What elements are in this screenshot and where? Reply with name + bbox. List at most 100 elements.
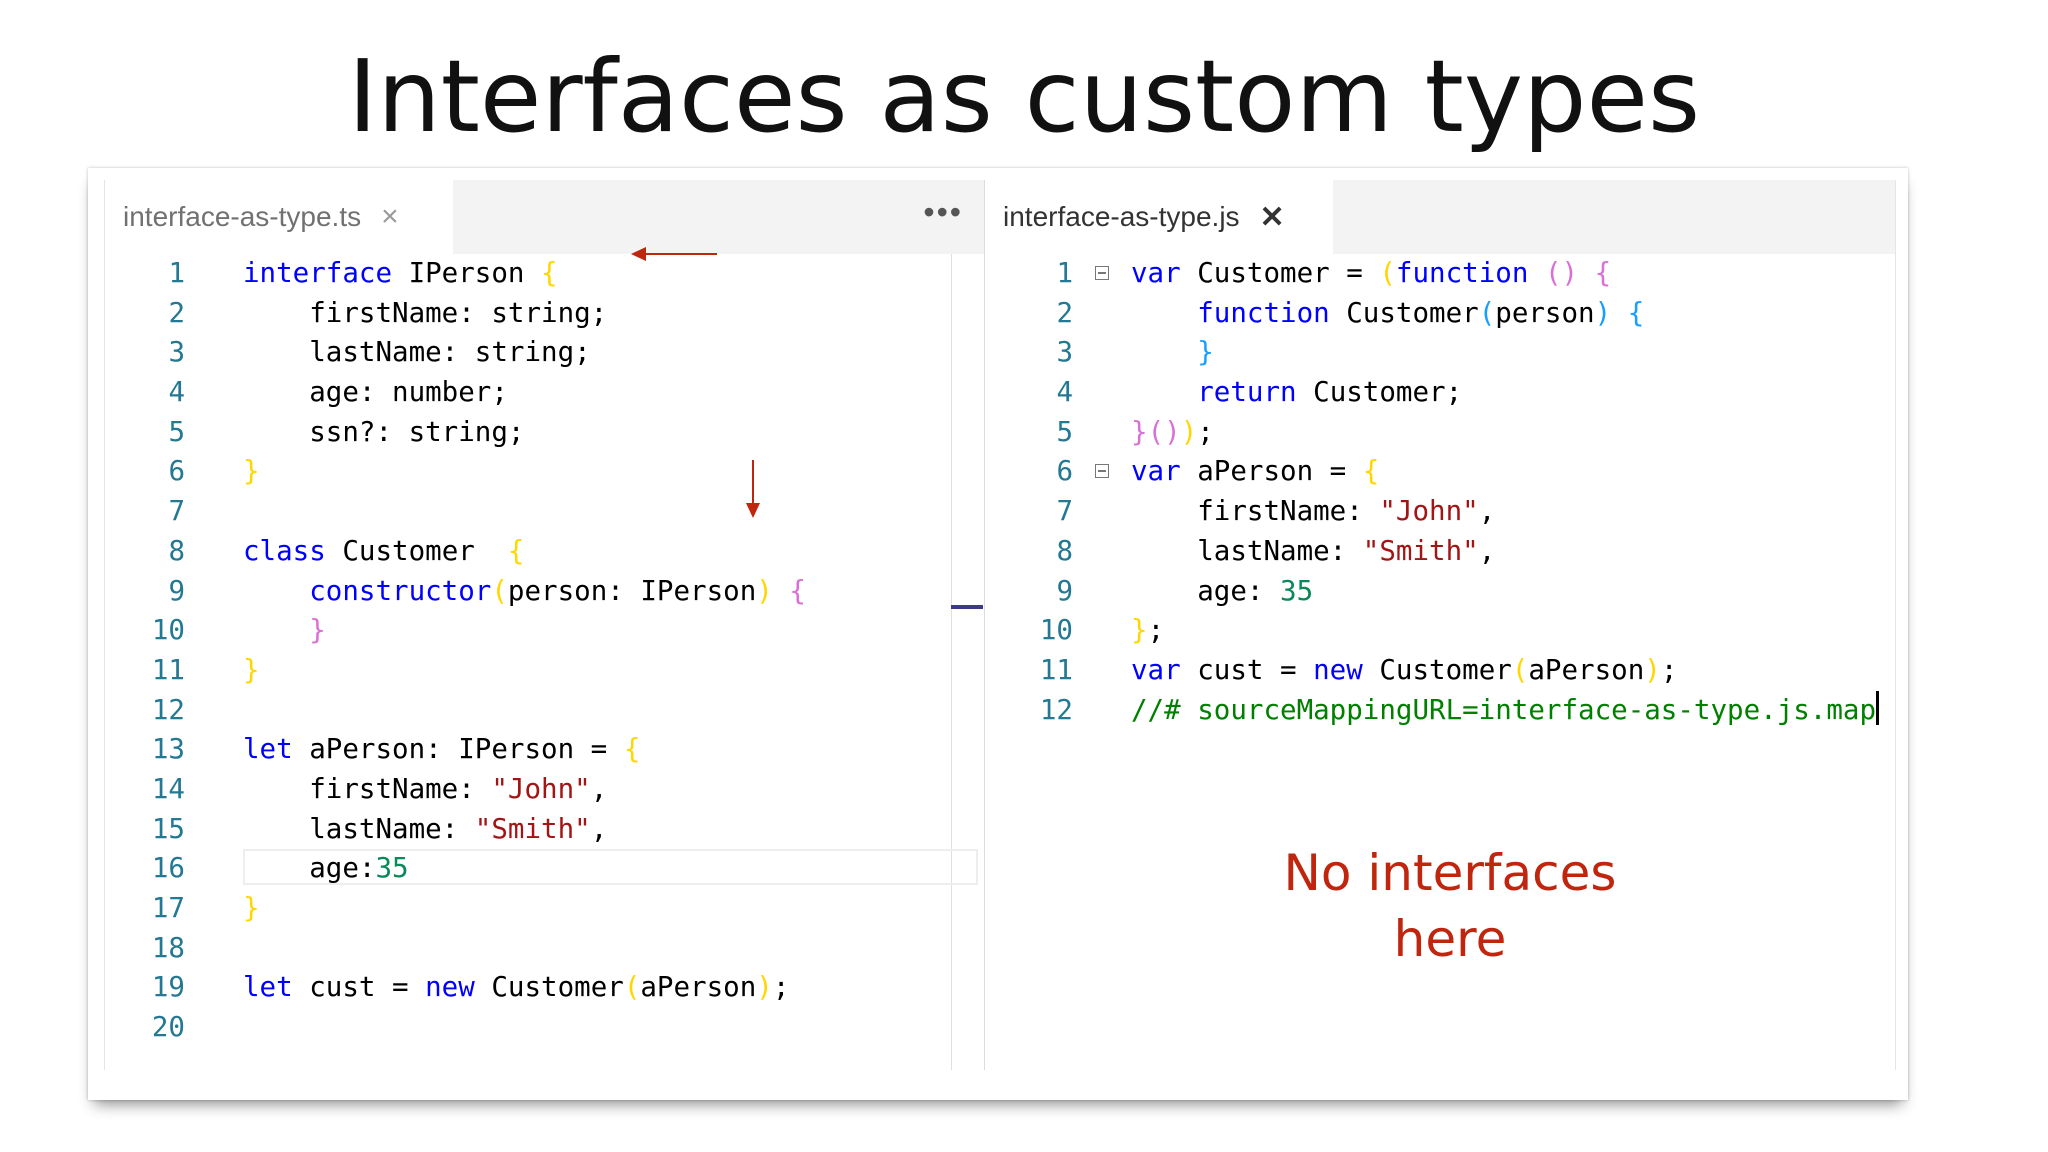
code-text: let cust = new Customer(aPerson);	[243, 971, 790, 1004]
arrow-left-annotation	[631, 247, 717, 261]
code-line: 8 class Customer {	[105, 532, 985, 572]
code-text: firstName: "John",	[243, 772, 608, 805]
line-number: 12	[151, 693, 185, 726]
js-tab-bar: interface-as-type.js ✕	[985, 180, 1895, 254]
close-icon[interactable]: ✕	[1260, 200, 1285, 235]
line-number: 4	[168, 376, 185, 409]
code-text: //# sourceMappingURL=interface-as-type.j…	[1131, 690, 1880, 731]
code-line: 7 firstName: "John",	[985, 492, 1895, 532]
note-line-1: No interfaces	[1283, 844, 1617, 902]
code-text: }	[243, 653, 260, 686]
ts-tab-bar: interface-as-type.ts × •••	[105, 180, 985, 254]
code-text: lastName: string;	[243, 336, 591, 369]
line-number: 13	[151, 733, 185, 766]
code-line: 15 lastName: "Smith",	[105, 810, 985, 850]
code-text: }	[243, 892, 260, 924]
code-line: 9 constructor(person: IPerson) {	[105, 572, 985, 612]
code-line: 5 ssn?: string;	[105, 413, 985, 453]
line-number: 19	[151, 971, 185, 1004]
line-number: 2	[1056, 296, 1073, 329]
code-line: 6 var aPerson = {	[985, 452, 1895, 492]
code-text: }	[243, 455, 260, 488]
ts-code-area[interactable]: 1 interface IPerson { 2 firstName: string…	[105, 254, 985, 1048]
fold-icon[interactable]	[1095, 464, 1109, 479]
code-text: age:35	[243, 852, 409, 885]
code-text: constructor(person: IPerson) {	[309, 574, 806, 607]
code-line: 12	[105, 691, 985, 731]
code-text: var Customer = (function () {	[1131, 257, 1612, 289]
line-number: 7	[168, 495, 185, 528]
line-number: 17	[151, 892, 185, 924]
code-line: 10};	[985, 611, 1895, 651]
line-number: 9	[168, 574, 185, 607]
line-number: 6	[1056, 455, 1073, 488]
line-number: 12	[1039, 693, 1073, 726]
code-line: 2 firstName: string;	[105, 294, 985, 334]
code-text: function Customer(person) {	[1197, 296, 1645, 329]
line-number: 5	[168, 415, 185, 448]
code-line: 1 var Customer = (function () {	[985, 254, 1895, 294]
line-number: 8	[1056, 534, 1073, 567]
code-text: var cust = new Customer(aPerson);	[1131, 653, 1678, 686]
line-number: 1	[1056, 257, 1073, 289]
code-line-current: 16 age:35	[105, 849, 985, 889]
more-actions-icon[interactable]: •••	[923, 194, 963, 231]
code-text: lastName: "Smith",	[1131, 534, 1496, 567]
line-number: 3	[1056, 336, 1073, 369]
line-number: 7	[1056, 495, 1073, 528]
code-line: 14 firstName: "John",	[105, 770, 985, 810]
code-line: 3 }	[985, 333, 1895, 373]
ts-editor-pane: interface-as-type.ts × ••• 1 interface IP…	[104, 180, 985, 1070]
code-text: age: number;	[243, 376, 508, 409]
code-text: let aPerson: IPerson = {	[243, 733, 641, 766]
code-line: 11}	[105, 651, 985, 691]
line-number: 1	[168, 257, 185, 289]
arrow-down-annotation	[746, 460, 760, 518]
code-text: }	[1197, 336, 1214, 369]
js-code-area[interactable]: 1 var Customer = (function () { 2 functio…	[985, 254, 1895, 730]
code-text: ssn?: string;	[243, 415, 525, 448]
code-line: 19 let cust = new Customer(aPerson);	[105, 968, 985, 1008]
code-text: }	[309, 614, 326, 647]
line-number: 18	[151, 931, 185, 964]
line-number: 4	[1056, 376, 1073, 409]
close-icon[interactable]: ×	[381, 200, 399, 234]
tab-label: interface-as-type.js	[1003, 201, 1240, 232]
code-text: firstName: "John",	[1131, 495, 1496, 528]
line-number: 16	[151, 852, 185, 885]
code-line: 5}());	[985, 413, 1895, 453]
tab-interface-as-type-js[interactable]: interface-as-type.js ✕	[985, 180, 1333, 254]
line-number: 10	[151, 614, 185, 647]
code-line: 4 age: number;	[105, 373, 985, 413]
line-number: 10	[1039, 614, 1073, 647]
code-text: };	[1131, 614, 1165, 647]
code-line: 9 age: 35	[985, 572, 1895, 612]
line-number: 14	[151, 772, 185, 805]
line-number: 15	[151, 812, 185, 845]
code-line: 4 return Customer;	[985, 373, 1895, 413]
code-text: lastName: "Smith",	[243, 812, 608, 845]
text-cursor	[1876, 690, 1880, 725]
line-number: 6	[168, 455, 185, 488]
code-line: 10 }	[105, 611, 985, 651]
line-number: 9	[1056, 574, 1073, 607]
code-text: class Customer {	[243, 534, 525, 567]
code-text: var aPerson = {	[1131, 455, 1380, 488]
code-text: age: 35	[1131, 574, 1314, 607]
code-line: 3 lastName: string;	[105, 333, 985, 373]
note-line-2: here	[1393, 910, 1507, 968]
code-line-current: 12 //# sourceMappingURL=interface-as-type…	[985, 690, 1895, 731]
code-line: 8 lastName: "Smith",	[985, 532, 1895, 572]
slide-title: Interfaces as custom types	[347, 38, 1701, 155]
line-number: 11	[151, 653, 185, 686]
code-line: 1 interface IPerson {	[105, 254, 985, 294]
tab-label: interface-as-type.ts	[123, 201, 362, 232]
code-line: 11 var cust = new Customer(aPerson);	[985, 651, 1895, 691]
no-interfaces-note: No interfaces here	[1240, 840, 1660, 972]
line-number: 5	[1056, 415, 1073, 448]
code-text: return Customer;	[1197, 376, 1463, 409]
line-number: 8	[168, 534, 185, 567]
fold-icon[interactable]	[1095, 266, 1109, 280]
tab-interface-as-type-ts[interactable]: interface-as-type.ts ×	[105, 180, 453, 254]
line-number: 20	[151, 1011, 185, 1044]
